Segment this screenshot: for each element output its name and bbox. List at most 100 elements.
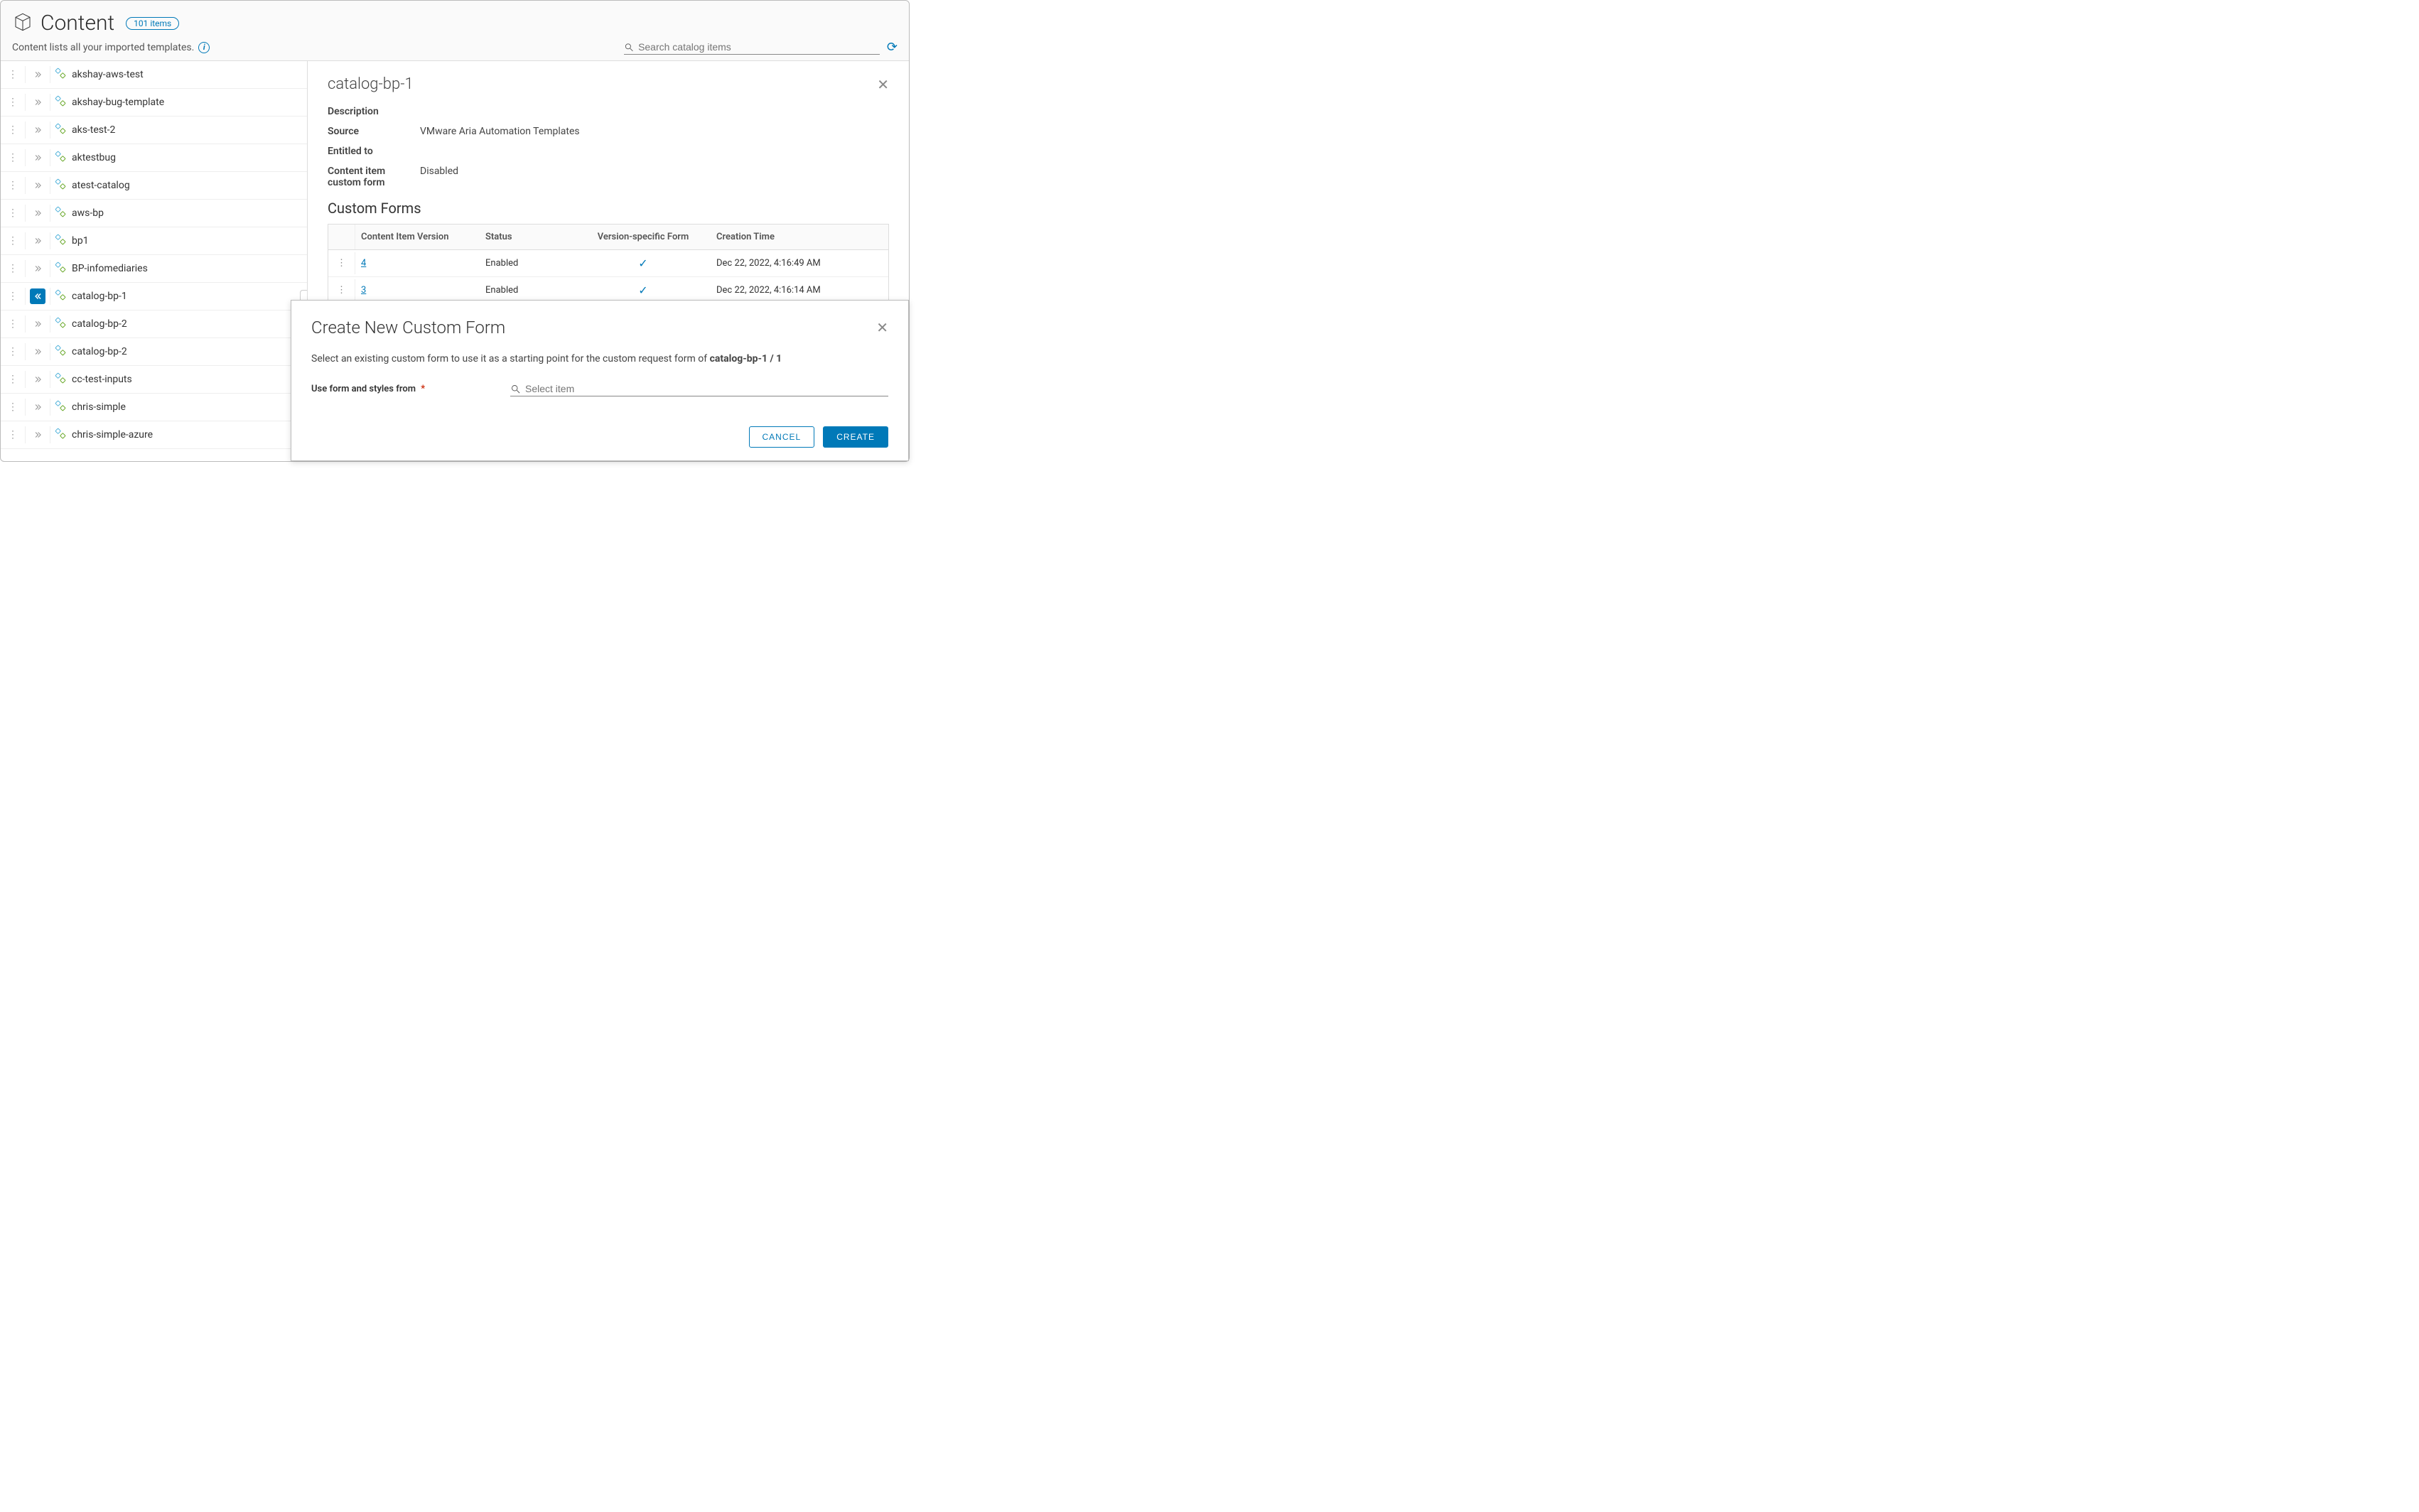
row-actions-icon[interactable]: ⋮ [328,252,355,274]
sidebar-item[interactable]: ⋮akshay-aws-test [1,61,307,89]
chevron-right-icon[interactable] [30,150,45,166]
sidebar-item-label: chris-simple [72,401,126,413]
kv-val-source: VMware Aria Automation Templates [420,126,580,137]
drag-handle-icon[interactable]: ⋮ [5,429,21,441]
chevron-right-icon[interactable] [30,261,45,276]
col-header-time[interactable]: Creation Time [711,225,888,249]
modal-text-prefix: Select an existing custom form to use it… [311,353,710,364]
drag-handle-icon[interactable]: ⋮ [5,263,21,274]
sidebar[interactable]: ⋮akshay-aws-test⋮akshay-bug-template⋮aks… [1,61,308,452]
blueprint-icon [55,206,66,220]
drag-handle-icon[interactable]: ⋮ [5,207,21,219]
drag-handle-icon[interactable]: ⋮ [5,152,21,163]
blueprint-icon [55,400,66,414]
sidebar-item[interactable]: ⋮ bp1 [1,227,307,255]
header-subtitle-wrap: Content lists all your imported template… [12,42,210,53]
divider [25,177,26,194]
col-header-actions [328,225,355,249]
select-item-input[interactable] [525,383,888,394]
sidebar-item[interactable]: ⋮catalog-bp-2 [1,338,307,366]
check-icon: ✓ [638,256,647,270]
chevron-right-icon[interactable] [30,399,45,415]
blueprint-icon [55,151,66,165]
sidebar-item[interactable]: ⋮ akshay-bug-template [1,89,307,117]
sidebar-item-label: bp1 [72,235,89,247]
chevron-left-icon[interactable] [30,288,45,304]
blueprint-icon [55,289,66,303]
sidebar-item[interactable]: ⋮ cc-test-inputs [1,366,307,394]
sidebar-item[interactable]: ⋮BP-infomediaries [1,255,307,283]
chevron-right-icon[interactable] [30,316,45,332]
sidebar-item-label: akshay-bug-template [72,97,164,108]
drag-handle-icon[interactable]: ⋮ [5,401,21,413]
row-actions-icon[interactable]: ⋮ [328,279,355,301]
search-input[interactable] [638,41,880,53]
divider [25,288,26,305]
drag-handle-icon[interactable]: ⋮ [5,69,21,80]
blueprint-icon [55,234,66,248]
modal-text: Select an existing custom form to use it… [311,353,888,364]
detail-title: catalog-bp-1 [328,75,414,93]
close-icon[interactable]: ✕ [877,76,889,93]
drag-handle-icon[interactable]: ⋮ [5,346,21,357]
chevron-right-icon[interactable] [30,122,45,138]
required-star-icon: * [421,384,425,394]
divider [25,399,26,416]
sidebar-item-label: cc-test-inputs [72,374,132,385]
cell-vsform: ✓ [576,278,711,303]
info-icon[interactable]: i [198,42,210,53]
chevron-right-icon[interactable] [30,427,45,443]
content-cube-icon [12,11,33,36]
table-row[interactable]: ⋮4Enabled✓Dec 22, 2022, 4:16:49 AM [328,250,888,277]
sidebar-item-label: catalog-bp-2 [72,318,127,330]
refresh-icon[interactable]: ⟳ [887,40,898,55]
chevron-right-icon[interactable] [30,233,45,249]
divider [25,205,26,222]
divider [25,315,26,333]
chevron-right-icon[interactable] [30,67,45,82]
check-icon: ✓ [638,284,647,297]
col-header-vsform[interactable]: Version-specific Form [576,225,711,249]
divider [25,371,26,388]
create-button[interactable]: CREATE [823,426,888,448]
chevron-right-icon[interactable] [30,372,45,387]
version-link[interactable]: 3 [361,285,366,296]
modal-input-wrap[interactable] [510,382,888,396]
blueprint-icon [55,123,66,137]
version-link[interactable]: 4 [361,258,366,269]
chevron-right-icon[interactable] [30,205,45,221]
blueprint-icon [55,95,66,109]
modal-input-label: Use form and styles from * [311,384,510,394]
divider [25,66,26,83]
drag-handle-icon[interactable]: ⋮ [5,180,21,191]
search-box[interactable] [624,40,880,55]
modal-footer: CANCEL CREATE [311,426,888,448]
chevron-right-icon[interactable] [30,94,45,110]
kv-key-description: Description [328,106,420,117]
sidebar-item[interactable]: ⋮ aktestbug [1,144,307,172]
drag-handle-icon[interactable]: ⋮ [5,97,21,108]
chevron-right-icon[interactable] [30,344,45,360]
sidebar-item-label: aktestbug [72,152,116,163]
kv-key-source: Source [328,126,420,137]
kv-description: Description [328,106,889,117]
sidebar-item[interactable]: ⋮aks-test-2 [1,117,307,144]
modal-close-icon[interactable]: ✕ [876,319,888,336]
cancel-button[interactable]: CANCEL [749,426,815,448]
search-icon [510,384,521,394]
drag-handle-icon[interactable]: ⋮ [5,124,21,136]
drag-handle-icon[interactable]: ⋮ [5,235,21,247]
item-count-badge: 101 items [126,17,179,30]
drag-handle-icon[interactable]: ⋮ [5,318,21,330]
drag-handle-icon[interactable]: ⋮ [5,291,21,302]
chevron-right-icon[interactable] [30,178,45,193]
drag-handle-icon[interactable]: ⋮ [5,374,21,385]
sidebar-item[interactable]: ⋮atest-catalog [1,172,307,200]
sidebar-item[interactable]: ⋮ chris-simple [1,394,307,421]
sidebar-item[interactable]: ⋮catalog-bp-1 [1,283,307,310]
sidebar-item[interactable]: ⋮ catalog-bp-2 [1,310,307,338]
col-header-status[interactable]: Status [480,225,576,249]
col-header-version[interactable]: Content Item Version [355,225,480,249]
sidebar-item[interactable]: ⋮chris-simple-azure [1,421,307,449]
sidebar-item[interactable]: ⋮aws-bp [1,200,307,227]
